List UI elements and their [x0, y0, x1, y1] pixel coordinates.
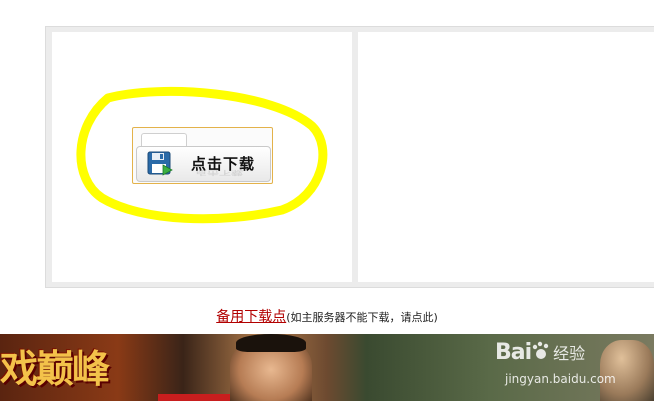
backup-download-line: 备用下载点(如主服务器不能下载，请点此): [0, 306, 654, 326]
ad-banner[interactable]: 戏巅峰 Bai 经验 jingyan.baidu.com: [0, 334, 654, 401]
watermark-suffix: 经验: [553, 344, 586, 363]
backup-download-note: (如主服务器不能下载，请点此): [286, 311, 438, 324]
backup-download-link[interactable]: 备用下载点: [216, 309, 286, 325]
banner-second-character: [600, 340, 654, 401]
download-button[interactable]: 点击下载 点击下载: [132, 127, 273, 184]
banner-character-hair: [236, 334, 306, 352]
download-button-body: 点击下载 点击下载: [136, 146, 271, 182]
floppy-disk-icon: [147, 151, 173, 176]
banner-game-title: 戏巅峰: [0, 346, 110, 391]
empty-cell: [358, 32, 654, 282]
baidu-jingyan-watermark: Bai 经验 jingyan.baidu.com: [495, 340, 616, 386]
watermark-logo: Bai: [495, 340, 532, 365]
paw-icon: [532, 341, 549, 359]
download-button-label-reflection: 点击下载: [195, 169, 244, 176]
watermark-url: jingyan.baidu.com: [505, 372, 616, 386]
